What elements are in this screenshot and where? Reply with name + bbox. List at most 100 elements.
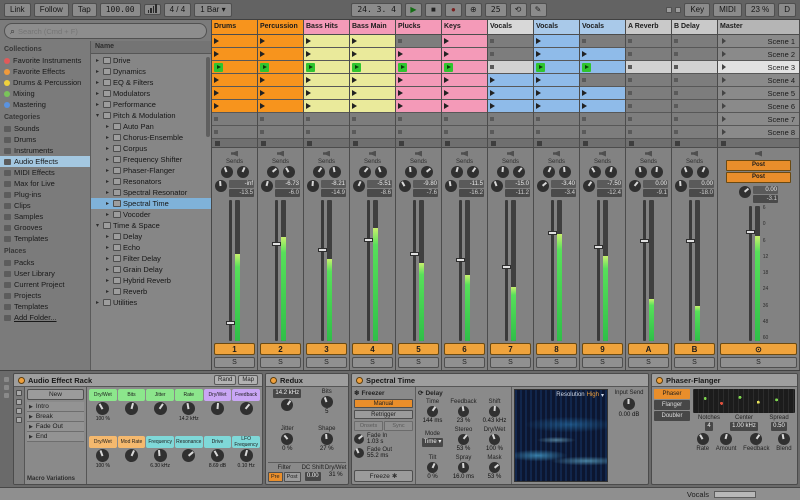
record-button[interactable]: ●: [444, 2, 462, 17]
peak-level-value[interactable]: -18.0: [689, 189, 714, 197]
midi-map-button[interactable]: MIDI: [713, 2, 742, 17]
solo-button[interactable]: S: [720, 357, 797, 368]
clip-slot[interactable]: [304, 48, 349, 61]
fade-out-value[interactable]: 55.2 ms: [367, 453, 392, 459]
macro-name[interactable]: Frequency: [146, 436, 174, 448]
jitter-value[interactable]: 0 %: [282, 446, 292, 452]
delay-tilt-knob[interactable]: [427, 462, 438, 474]
clip-stop-button[interactable]: [442, 139, 487, 148]
return-a-post-toggle[interactable]: Post: [726, 160, 791, 171]
fader-handle[interactable]: [226, 321, 235, 326]
track-header[interactable]: Keys: [442, 20, 487, 35]
key-map-button[interactable]: Key: [684, 2, 711, 17]
track-header[interactable]: Bass Hits: [304, 20, 349, 35]
spread-value[interactable]: 0.50: [771, 422, 787, 431]
clip-slot[interactable]: [212, 87, 257, 100]
track-activator[interactable]: 3: [306, 343, 347, 355]
send-b-knob[interactable]: [558, 166, 571, 178]
clip-slot[interactable]: [442, 35, 487, 48]
solo-button[interactable]: S: [674, 357, 715, 368]
freeze-mode-manual-button[interactable]: Manual: [354, 399, 413, 408]
tree-item-eq-filters[interactable]: ▸ EQ & Filters: [91, 77, 211, 88]
volume-value[interactable]: -inf: [229, 180, 254, 188]
stop-all-clips-button[interactable]: [718, 139, 799, 148]
input-send-value[interactable]: 0.00 dB: [619, 412, 640, 418]
clip-slot[interactable]: [672, 61, 717, 74]
delay-time-knob[interactable]: [427, 405, 438, 417]
solo-button[interactable]: S: [490, 357, 531, 368]
scene-slot-6[interactable]: Scene 6: [718, 100, 799, 113]
pan-knob[interactable]: [537, 180, 549, 192]
macro-value[interactable]: 0.10 Hz: [238, 463, 255, 469]
clip-stop-button[interactable]: [488, 139, 533, 148]
macro-name[interactable]: Resonance: [174, 436, 203, 448]
pan-knob[interactable]: [675, 180, 687, 192]
clip-slot[interactable]: [396, 113, 441, 126]
device-view-strip[interactable]: [2, 373, 11, 485]
clip-slot[interactable]: [626, 74, 671, 87]
browser-search[interactable]: ⌕: [4, 23, 207, 39]
tree-item-spectral-time[interactable]: ▸ Spectral Time: [91, 198, 211, 209]
clip-slot[interactable]: [442, 126, 487, 139]
clip-slot[interactable]: [212, 61, 257, 74]
sync-option[interactable]: Sync: [384, 421, 413, 431]
delay-dry-wet-knob[interactable]: [489, 433, 500, 445]
clip-slot[interactable]: [304, 126, 349, 139]
scene-slot-3[interactable]: Scene 3: [718, 61, 799, 74]
send-a-knob[interactable]: [404, 166, 417, 178]
clip-slot[interactable]: [350, 100, 395, 113]
scene-slot-8[interactable]: Scene 8: [718, 126, 799, 139]
sidebar-item-user-library[interactable]: User Library: [0, 268, 90, 279]
track-header[interactable]: Master: [718, 20, 799, 35]
clip-stop-button[interactable]: [350, 139, 395, 148]
sidebar-item-audio-effects[interactable]: Audio Effects: [0, 156, 90, 167]
clip-slot[interactable]: [672, 74, 717, 87]
macro-value[interactable]: 100 %: [96, 463, 110, 469]
clip-slot[interactable]: [580, 48, 625, 61]
fader-handle[interactable]: [318, 247, 327, 252]
clip-slot[interactable]: [396, 74, 441, 87]
tree-item-utilities[interactable]: ▸ Utilities: [91, 297, 211, 308]
fader-handle[interactable]: [548, 231, 557, 236]
clip-slot[interactable]: [258, 35, 303, 48]
clip-slot[interactable]: [212, 100, 257, 113]
search-input[interactable]: [18, 26, 201, 36]
solo-button[interactable]: S: [444, 357, 485, 368]
sidebar-item-midi-effects[interactable]: MIDI Effects: [0, 167, 90, 178]
track-header[interactable]: Percussion: [258, 20, 303, 35]
filter-pre-button[interactable]: Pre: [268, 472, 283, 482]
tree-item-chorus-ensemble[interactable]: ▸ Chorus-Ensemble: [91, 132, 211, 143]
scene-slot-1[interactable]: Scene 1: [718, 35, 799, 48]
clip-slot[interactable]: [580, 61, 625, 74]
tree-item-echo[interactable]: ▸ Echo: [91, 242, 211, 253]
clip-slot[interactable]: [396, 35, 441, 48]
clip-slot[interactable]: [258, 100, 303, 113]
track-activator[interactable]: 8: [536, 343, 577, 355]
tree-item-modulators[interactable]: ▸ Modulators: [91, 88, 211, 99]
sidebar-item-plug-ins[interactable]: Plug-ins: [0, 189, 90, 200]
clip-stop-button[interactable]: [396, 139, 441, 148]
send-b-knob[interactable]: [512, 166, 525, 178]
clip-stop-button[interactable]: [258, 139, 303, 148]
rate-knob[interactable]: [696, 433, 709, 445]
macro-name[interactable]: Dry/Wet: [203, 389, 232, 401]
fader-handle[interactable]: [686, 239, 695, 244]
clip-stop-button[interactable]: [534, 139, 579, 148]
send-a-knob[interactable]: [358, 166, 371, 178]
rand-button[interactable]: Rand: [213, 375, 237, 385]
overdub-button[interactable]: ⊕: [464, 2, 482, 17]
track-header[interactable]: Drums: [212, 20, 257, 35]
track-activator[interactable]: 1: [214, 343, 255, 355]
macro-name[interactable]: Rate: [174, 389, 203, 401]
mode-tab-flanger[interactable]: Flanger: [654, 400, 690, 410]
clip-slot[interactable]: [304, 61, 349, 74]
shape-value[interactable]: 27 %: [320, 446, 334, 452]
sample-rate-value[interactable]: 14.2 kHz: [273, 389, 302, 398]
loop-button[interactable]: ⟲: [509, 2, 527, 17]
bits-knob[interactable]: [320, 396, 333, 408]
quantization-menu[interactable]: 1 Bar ▾: [194, 2, 232, 17]
tree-item-drive[interactable]: ▸ Drive: [91, 55, 211, 66]
track-activator[interactable]: 9: [582, 343, 623, 355]
clip-slot[interactable]: [534, 87, 579, 100]
device-power-toggle[interactable]: [656, 376, 663, 384]
